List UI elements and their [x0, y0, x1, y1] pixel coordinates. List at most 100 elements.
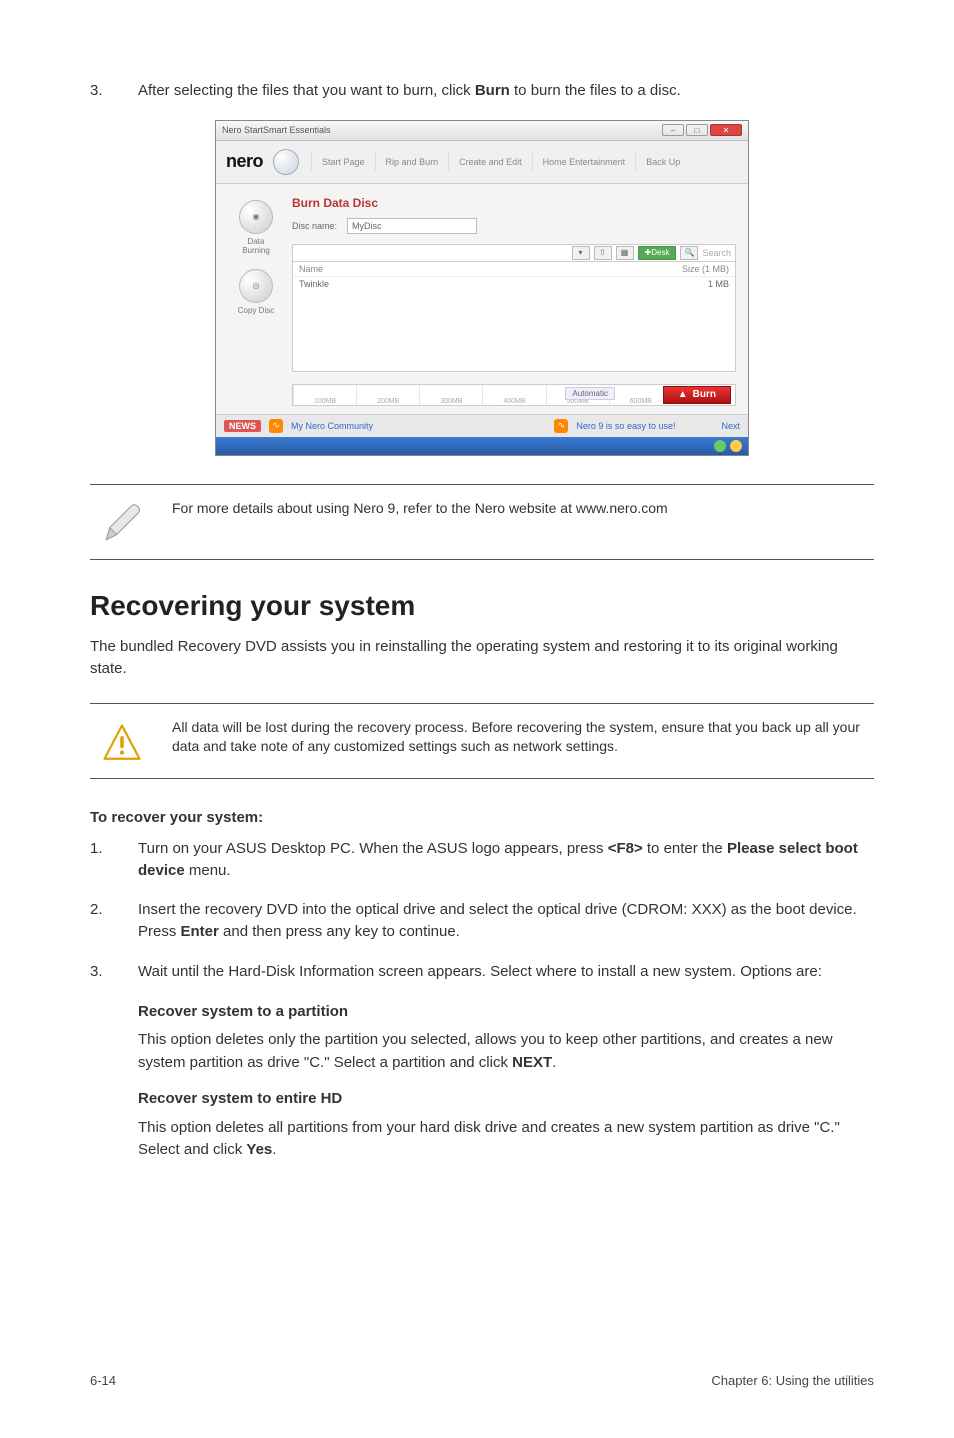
- tick: 400MB: [482, 385, 545, 405]
- button-name: NEXT: [512, 1054, 552, 1071]
- rss-icon[interactable]: ∿: [554, 419, 568, 433]
- tick: 100MB: [293, 385, 356, 405]
- list-header: Name Size (1 MB): [293, 262, 735, 277]
- step-number: 3.: [90, 961, 138, 983]
- step-number: 1.: [90, 838, 138, 882]
- file-size: 1 MB: [708, 279, 729, 289]
- sidebar-item-copy-disc[interactable]: ◎ Copy Disc: [235, 269, 277, 315]
- note-text: For more details about using Nero 9, ref…: [172, 499, 868, 545]
- section-heading: Recovering your system: [90, 590, 874, 622]
- nero-body: ◉ Data Burning ◎ Copy Disc Burn Data Dis…: [216, 184, 748, 414]
- key: Enter: [181, 923, 219, 940]
- step-number: 3.: [90, 80, 138, 102]
- text: Wait until the Hard-Disk Information scr…: [138, 963, 822, 980]
- tab-create-edit[interactable]: Create and Edit: [448, 153, 532, 171]
- disc-name-label: Disc name:: [292, 221, 337, 231]
- disc-name-input[interactable]: MyDisc: [347, 218, 477, 234]
- option-2: Recover system to entire HD This option …: [138, 1088, 874, 1162]
- text: Turn on your ASUS Desktop PC. When the A…: [138, 840, 608, 857]
- news-next[interactable]: Next: [721, 421, 740, 431]
- window-footer: [216, 437, 748, 455]
- page-number: 6-14: [90, 1373, 116, 1388]
- step-text: Turn on your ASUS Desktop PC. When the A…: [138, 838, 874, 882]
- news-link-2[interactable]: Nero 9 is so easy to use!: [576, 421, 675, 431]
- step-3: 3. Wait until the Hard-Disk Information …: [90, 961, 874, 983]
- text: .: [272, 1141, 276, 1158]
- file-name: Twinkle: [299, 279, 329, 289]
- capacity-gauge: 100MB 200MB 300MB 400MB 500MB 600MB 700M…: [292, 384, 736, 406]
- up-button[interactable]: ⇧: [594, 246, 612, 260]
- search-label: Search: [702, 248, 731, 258]
- col-name: Name: [299, 264, 323, 274]
- burn-label: Burn: [693, 389, 716, 400]
- view-button[interactable]: ▦: [616, 246, 634, 260]
- sidebar-label: Copy Disc: [238, 306, 274, 315]
- nav-dropdown[interactable]: ▾: [572, 246, 590, 260]
- text: to burn the files to a disc.: [510, 82, 681, 99]
- intro-paragraph: The bundled Recovery DVD assists you in …: [90, 636, 874, 681]
- option-title: Recover system to entire HD: [138, 1088, 874, 1111]
- step-text: After selecting the files that you want …: [138, 80, 874, 102]
- side-panel: ◉ Data Burning ◎ Copy Disc: [220, 196, 292, 406]
- add-label: Desk: [651, 248, 669, 257]
- disc-icon: ◉: [239, 200, 273, 234]
- step-text: Wait until the Hard-Disk Information scr…: [138, 961, 874, 983]
- chapter-title: Chapter 6: Using the utilities: [711, 1373, 874, 1388]
- tick: 200MB: [356, 385, 419, 405]
- window-titlebar: Nero StartSmart Essentials – □ ✕: [216, 121, 748, 141]
- globe-icon[interactable]: [273, 149, 299, 175]
- page-footer: 6-14 Chapter 6: Using the utilities: [90, 1373, 874, 1388]
- text: and then press any key to continue.: [219, 923, 460, 940]
- key: <F8>: [608, 840, 643, 857]
- text: menu.: [185, 862, 231, 879]
- news-link-1[interactable]: My Nero Community: [291, 421, 373, 431]
- warning-icon: [90, 718, 154, 764]
- search-button[interactable]: 🔍: [680, 246, 698, 260]
- rss-icon[interactable]: ∿: [269, 419, 283, 433]
- text: After selecting the files that you want …: [138, 82, 475, 99]
- add-button[interactable]: ✚ Desk: [638, 246, 677, 260]
- tab-back-up[interactable]: Back Up: [635, 153, 690, 171]
- page: 3. After selecting the files that you wa…: [0, 0, 954, 1438]
- text: to enter the: [643, 840, 727, 857]
- pencil-icon: [90, 499, 154, 545]
- option-body: This option deletes all partitions from …: [138, 1117, 874, 1162]
- procedure-heading: To recover your system:: [90, 809, 874, 826]
- tab-start-page[interactable]: Start Page: [311, 153, 375, 171]
- disc-name-row: Disc name: MyDisc: [292, 218, 736, 234]
- burn-button[interactable]: ▲ Burn: [663, 386, 731, 404]
- warning-callout: All data will be lost during the recover…: [90, 703, 874, 779]
- minimize-button[interactable]: –: [662, 124, 684, 136]
- disc-name-value: MyDisc: [352, 221, 382, 231]
- option-1: Recover system to a partition This optio…: [138, 1001, 874, 1075]
- maximize-button[interactable]: □: [686, 124, 708, 136]
- file-list[interactable]: Name Size (1 MB) Twinkle 1 MB: [292, 262, 736, 372]
- mode-chip[interactable]: Automatic: [565, 387, 615, 400]
- button-name: Yes: [246, 1141, 272, 1158]
- flame-icon: ▲: [678, 389, 688, 400]
- window-title: Nero StartSmart Essentials: [222, 125, 331, 135]
- sidebar-item-data-burning[interactable]: ◉ Data Burning: [235, 200, 277, 255]
- status-dot-yellow: [730, 440, 742, 452]
- note-callout: For more details about using Nero 9, ref…: [90, 484, 874, 560]
- tab-home-ent[interactable]: Home Entertainment: [532, 153, 636, 171]
- discs-icon: ◎: [239, 269, 273, 303]
- step-2: 2. Insert the recovery DVD into the opti…: [90, 899, 874, 943]
- file-toolbar: ▾ ⇧ ▦ ✚ Desk 🔍 Search: [292, 244, 736, 262]
- burn-word: Burn: [475, 82, 510, 99]
- news-badge: NEWS: [224, 420, 261, 432]
- tab-rip-burn[interactable]: Rip and Burn: [375, 153, 449, 171]
- nero-screenshot: Nero StartSmart Essentials – □ ✕ nero St…: [90, 120, 874, 456]
- window-buttons: – □ ✕: [662, 124, 742, 136]
- step-3-top: 3. After selecting the files that you wa…: [90, 80, 874, 102]
- list-item[interactable]: Twinkle 1 MB: [293, 277, 735, 291]
- option-body: This option deletes only the partition y…: [138, 1029, 874, 1074]
- main-panel: Burn Data Disc Disc name: MyDisc ▾ ⇧ ▦ ✚…: [292, 196, 736, 406]
- step-number: 2.: [90, 899, 138, 943]
- sidebar-label: Data Burning: [242, 237, 270, 255]
- header-tabs: nero Start Page Rip and Burn Create and …: [216, 141, 748, 184]
- warning-text: All data will be lost during the recover…: [172, 718, 868, 764]
- col-size: Size (1 MB): [682, 264, 729, 274]
- nero-window: Nero StartSmart Essentials – □ ✕ nero St…: [215, 120, 749, 456]
- close-button[interactable]: ✕: [710, 124, 742, 136]
